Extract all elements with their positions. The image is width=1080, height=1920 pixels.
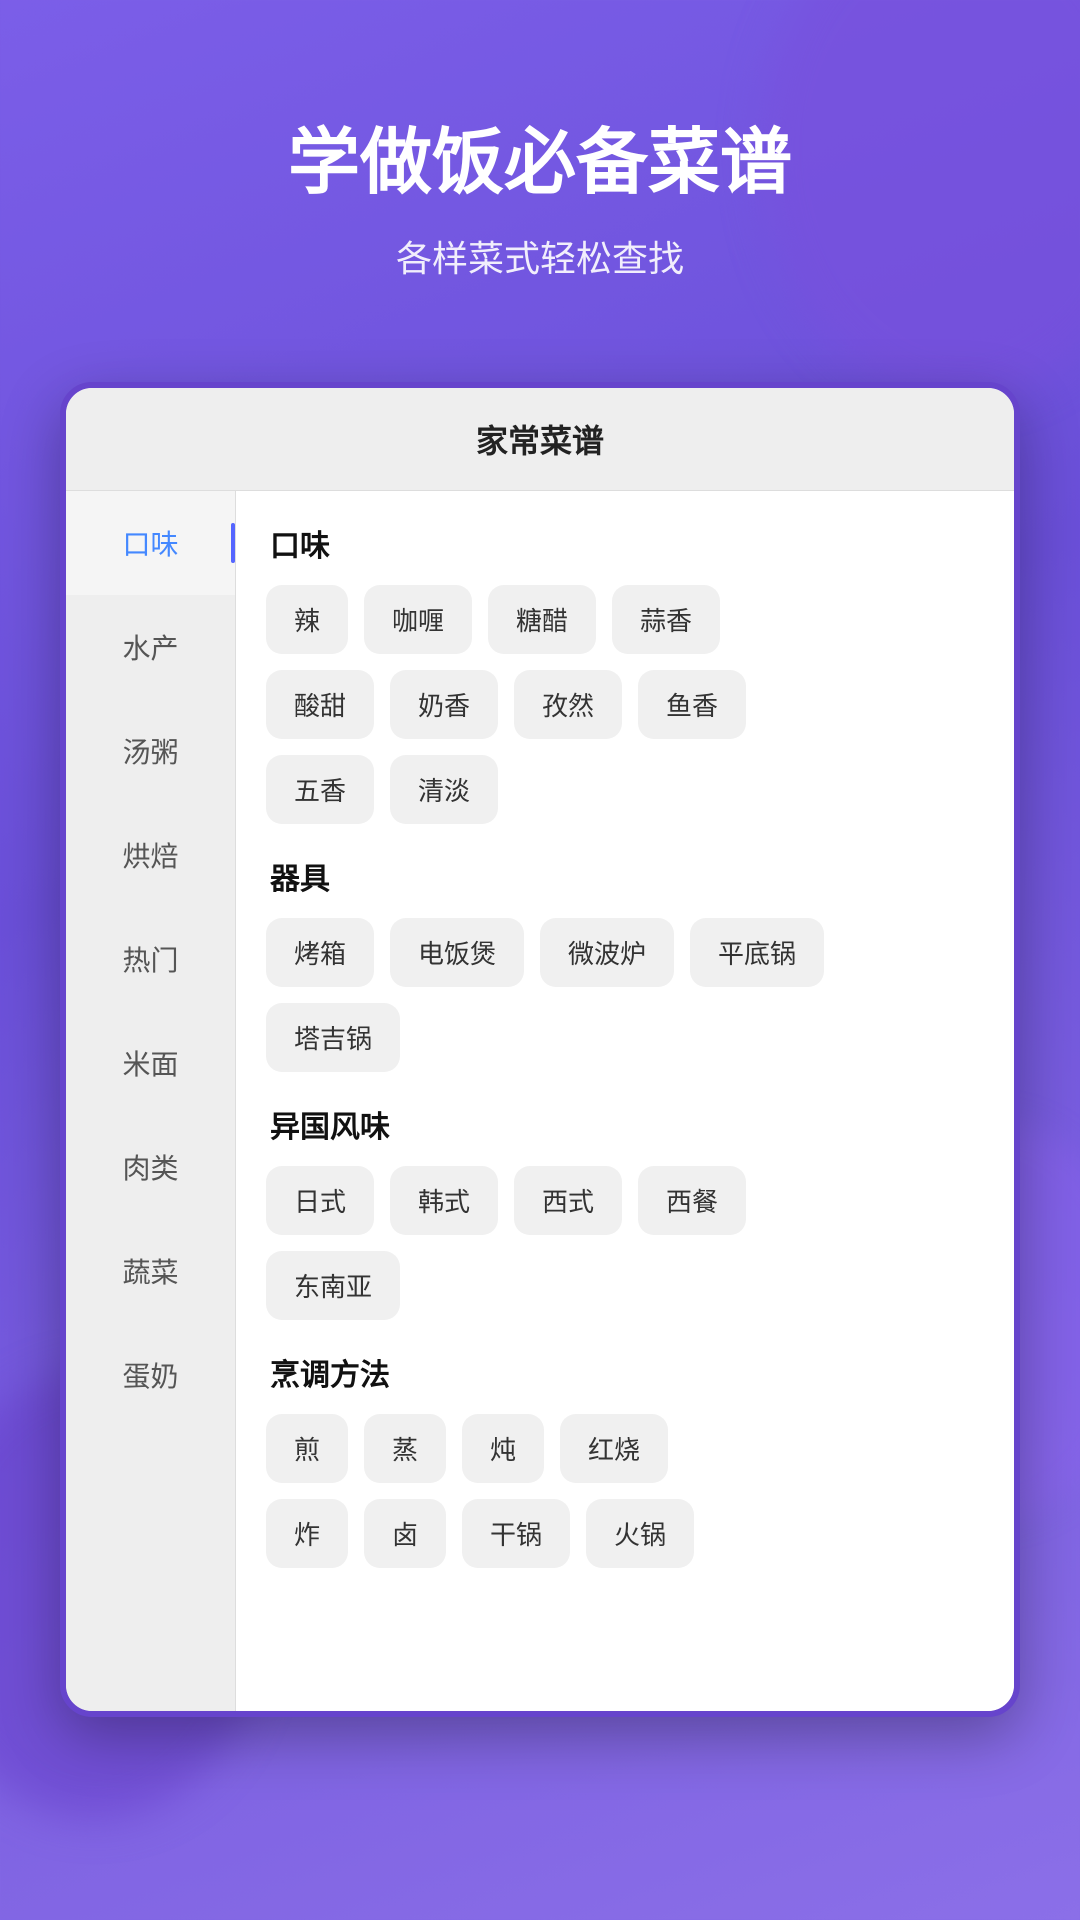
- tags-row: 炸卤干锅火锅: [266, 1499, 984, 1568]
- tag-微波炉[interactable]: 微波炉: [540, 918, 674, 987]
- tag-干锅[interactable]: 干锅: [462, 1499, 570, 1568]
- tag-日式[interactable]: 日式: [266, 1166, 374, 1235]
- section-yiguofengwei: 异国风味日式韩式西式西餐东南亚: [266, 1102, 984, 1320]
- tag-酸甜[interactable]: 酸甜: [266, 670, 374, 739]
- header-subtitle: 各样菜式轻松查找: [60, 230, 1020, 282]
- tag-咖喱[interactable]: 咖喱: [364, 585, 472, 654]
- section-kouwei: 口味辣咖喱糖醋蒜香酸甜奶香孜然鱼香五香清淡: [266, 521, 984, 824]
- tag-蒸[interactable]: 蒸: [364, 1414, 446, 1483]
- tags-container-kouwei: 辣咖喱糖醋蒜香酸甜奶香孜然鱼香五香清淡: [266, 585, 984, 824]
- tag-电饭煲[interactable]: 电饭煲: [390, 918, 524, 987]
- section-title-yiguofengwei: 异国风味: [266, 1102, 984, 1146]
- tag-卤[interactable]: 卤: [364, 1499, 446, 1568]
- tags-container-pengtiao: 煎蒸炖红烧炸卤干锅火锅: [266, 1414, 984, 1568]
- tag-平底锅[interactable]: 平底锅: [690, 918, 824, 987]
- tag-鱼香[interactable]: 鱼香: [638, 670, 746, 739]
- tags-row: 酸甜奶香孜然鱼香: [266, 670, 984, 739]
- section-title-kouwei: 口味: [266, 521, 984, 565]
- section-title-pengtiao: 烹调方法: [266, 1350, 984, 1394]
- content-area: 口味辣咖喱糖醋蒜香酸甜奶香孜然鱼香五香清淡器具烤箱电饭煲微波炉平底锅塔吉锅异国风…: [236, 491, 1014, 1711]
- tag-炖[interactable]: 炖: [462, 1414, 544, 1483]
- card-title: 家常菜谱: [476, 423, 604, 459]
- tag-蒜香[interactable]: 蒜香: [612, 585, 720, 654]
- tag-辣[interactable]: 辣: [266, 585, 348, 654]
- sidebar-item-roulei[interactable]: 肉类: [66, 1115, 235, 1219]
- tag-塔吉锅[interactable]: 塔吉锅: [266, 1003, 400, 1072]
- sidebar-item-mimian[interactable]: 米面: [66, 1011, 235, 1115]
- tag-奶香[interactable]: 奶香: [390, 670, 498, 739]
- tag-清淡[interactable]: 清淡: [390, 755, 498, 824]
- tags-row: 东南亚: [266, 1251, 984, 1320]
- sidebar-item-kouwei[interactable]: 口味: [66, 491, 235, 595]
- tag-炸[interactable]: 炸: [266, 1499, 348, 1568]
- sidebar-item-hongbei[interactable]: 烘焙: [66, 803, 235, 907]
- tag-西餐[interactable]: 西餐: [638, 1166, 746, 1235]
- header: 学做饭必备菜谱 各样菜式轻松查找: [0, 0, 1080, 342]
- card-header: 家常菜谱: [66, 388, 1014, 491]
- tags-row: 五香清淡: [266, 755, 984, 824]
- sidebar-item-dannai[interactable]: 蛋奶: [66, 1323, 235, 1427]
- tags-row: 日式韩式西式西餐: [266, 1166, 984, 1235]
- sidebar-item-shuichan[interactable]: 水产: [66, 595, 235, 699]
- tags-container-yiguofengwei: 日式韩式西式西餐东南亚: [266, 1166, 984, 1320]
- section-pengtiao: 烹调方法煎蒸炖红烧炸卤干锅火锅: [266, 1350, 984, 1568]
- sidebar-item-tangzhou[interactable]: 汤粥: [66, 699, 235, 803]
- tag-五香[interactable]: 五香: [266, 755, 374, 824]
- tag-火锅[interactable]: 火锅: [586, 1499, 694, 1568]
- tags-row: 塔吉锅: [266, 1003, 984, 1072]
- tag-东南亚[interactable]: 东南亚: [266, 1251, 400, 1320]
- category-sidebar: 口味水产汤粥烘焙热门米面肉类蔬菜蛋奶: [66, 491, 236, 1711]
- tag-煎[interactable]: 煎: [266, 1414, 348, 1483]
- tags-row: 烤箱电饭煲微波炉平底锅: [266, 918, 984, 987]
- sidebar-item-remen[interactable]: 热门: [66, 907, 235, 1011]
- card-body: 口味水产汤粥烘焙热门米面肉类蔬菜蛋奶 口味辣咖喱糖醋蒜香酸甜奶香孜然鱼香五香清淡…: [66, 491, 1014, 1711]
- tags-row: 辣咖喱糖醋蒜香: [266, 585, 984, 654]
- recipe-card: 家常菜谱 口味水产汤粥烘焙热门米面肉类蔬菜蛋奶 口味辣咖喱糖醋蒜香酸甜奶香孜然鱼…: [60, 382, 1020, 1717]
- tag-西式[interactable]: 西式: [514, 1166, 622, 1235]
- section-qiju: 器具烤箱电饭煲微波炉平底锅塔吉锅: [266, 854, 984, 1072]
- tag-糖醋[interactable]: 糖醋: [488, 585, 596, 654]
- tag-孜然[interactable]: 孜然: [514, 670, 622, 739]
- tags-row: 煎蒸炖红烧: [266, 1414, 984, 1483]
- tag-红烧[interactable]: 红烧: [560, 1414, 668, 1483]
- section-title-qiju: 器具: [266, 854, 984, 898]
- sidebar-item-shucai[interactable]: 蔬菜: [66, 1219, 235, 1323]
- tag-烤箱[interactable]: 烤箱: [266, 918, 374, 987]
- tag-韩式[interactable]: 韩式: [390, 1166, 498, 1235]
- header-title: 学做饭必备菜谱: [60, 120, 1020, 206]
- tags-container-qiju: 烤箱电饭煲微波炉平底锅塔吉锅: [266, 918, 984, 1072]
